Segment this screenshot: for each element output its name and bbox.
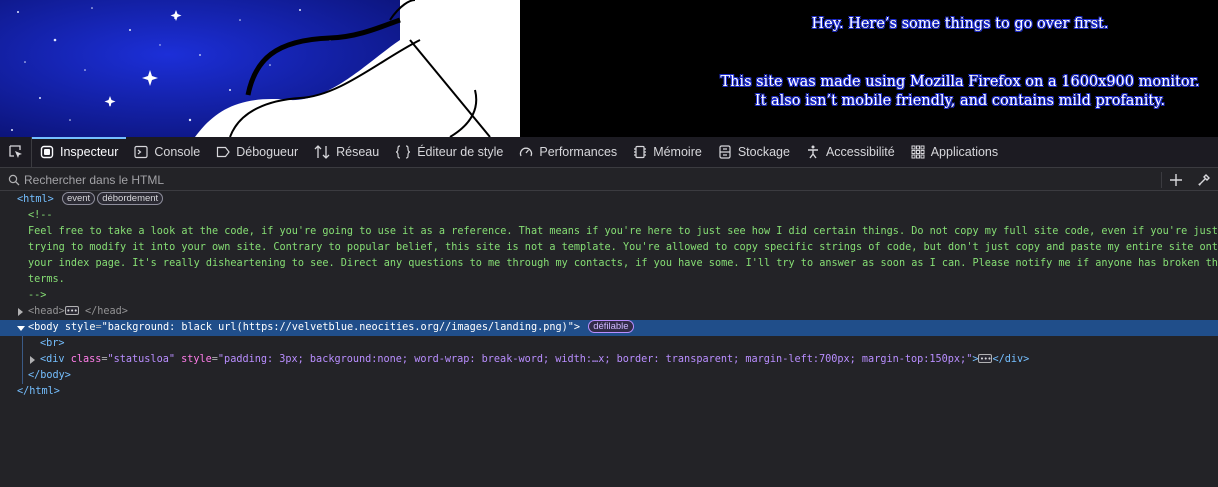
div-node[interactable]: <div class="statusloa" style="padding: 3… [0, 351, 1218, 368]
comment-line: Feel free to take a look at the code, if… [28, 226, 1218, 237]
page-viewport: Hey. Here’s some things to go over first… [0, 0, 1218, 137]
expand-twisty[interactable] [30, 356, 35, 364]
attribute-value[interactable]: "background: black url(https://velvetblu… [102, 322, 574, 333]
accessibility-icon [807, 145, 818, 159]
tab-memory[interactable]: Mémoire [625, 137, 710, 168]
div-close-tag: </div> [992, 354, 1030, 365]
notice-line-3: It also isn’t mobile friendly, and conta… [754, 93, 1166, 109]
search-html-input[interactable] [20, 172, 1161, 187]
style-editor-icon [396, 145, 411, 159]
body-tag: <body [28, 322, 59, 333]
notice-line-1: Hey. Here’s some things to go over first… [811, 16, 1109, 32]
devtools-toolbar: Inspecteur Console Débogueur Réseau Édit… [0, 136, 1218, 168]
eyedropper-button[interactable] [1190, 169, 1218, 191]
attribute-name[interactable]: style [181, 354, 212, 365]
tab-accessibility[interactable]: Accessibilité [798, 137, 903, 168]
attribute-name[interactable]: style [65, 322, 96, 333]
performance-icon [520, 147, 533, 157]
tab-label: Éditeur de style [417, 145, 504, 159]
storage-icon [719, 145, 731, 159]
expand-twisty[interactable] [18, 308, 23, 316]
tag-end: > [573, 322, 581, 333]
head-open-tag: <head> [28, 306, 65, 317]
html-search-bar [0, 169, 1218, 191]
tab-performance[interactable]: Performances [511, 137, 625, 168]
comment-line: your index page. It's really dishearteni… [28, 258, 1218, 269]
overflow-badge[interactable]: débordement [97, 192, 164, 205]
comment-line: trying to modify it into your own site. … [28, 242, 1218, 253]
eyedropper-icon [1198, 173, 1210, 186]
body-close-tag: </body> [28, 370, 71, 381]
tab-console[interactable]: Console [126, 137, 208, 168]
attribute-name[interactable]: class [71, 354, 102, 365]
scrollable-badge[interactable]: défilable [588, 320, 634, 333]
tab-applications[interactable]: Applications [903, 137, 1006, 168]
tab-label: Stockage [737, 145, 790, 159]
tab-label: Performances [539, 145, 618, 159]
tab-label: Débogueur [236, 145, 299, 159]
div-tag: <div [40, 354, 65, 365]
body-children: <br> <div class="statusloa" style="paddi… [0, 336, 1218, 384]
search-icon [8, 174, 20, 185]
body-close-node[interactable]: </body> [0, 368, 1218, 384]
tab-label: Réseau [336, 145, 380, 159]
network-icon [314, 145, 330, 159]
br-node[interactable]: <br> [0, 336, 1218, 352]
html-open-tag: <html> [17, 194, 54, 205]
plus-icon [1170, 173, 1182, 186]
debugger-icon [217, 146, 231, 158]
html-close-node[interactable]: </html> [0, 384, 1218, 400]
memory-icon [634, 145, 647, 159]
tab-inspector[interactable]: Inspecteur [32, 136, 127, 168]
comment-open: <!-- [28, 210, 53, 221]
tab-style-editor[interactable]: Éditeur de style [387, 137, 511, 168]
notice-line-2: This site was made using Mozilla Firefox… [720, 74, 1200, 90]
applications-icon [911, 145, 925, 159]
tab-label: Accessibilité [825, 145, 895, 159]
html-close-tag: </html> [17, 386, 60, 397]
element-picker-button[interactable] [0, 136, 32, 168]
tab-label: Applications [930, 145, 999, 159]
markup-tree: <html> event débordement <!-- Feel free t… [0, 192, 1218, 487]
br-tag: <br> [40, 338, 65, 349]
notice-text: This site was made using Mozilla Firefox… [700, 73, 1218, 111]
attribute-value[interactable]: "statusloa" [108, 354, 175, 365]
element-picker-icon [8, 145, 22, 158]
collapsed-children-button[interactable] [978, 351, 993, 367]
comment-close: --> [28, 290, 47, 301]
comment-line: terms. [28, 274, 65, 285]
tab-label: Mémoire [653, 145, 702, 159]
tab-label: Inspecteur [60, 145, 119, 159]
console-icon [134, 145, 148, 159]
attribute-value[interactable]: "padding: 3px; background:none; word-wra… [218, 354, 972, 365]
head-close-tag: </head> [84, 306, 128, 317]
head-node[interactable]: <head> </head> [0, 303, 1218, 320]
body-node-selected[interactable]: <body style="background: black url(https… [0, 320, 1218, 336]
collapse-twisty[interactable] [17, 326, 25, 331]
add-node-button[interactable] [1162, 169, 1190, 191]
tab-label: Console [154, 145, 201, 159]
tab-storage[interactable]: Stockage [710, 137, 798, 168]
tab-debugger[interactable]: Débogueur [208, 137, 306, 168]
inspector-icon [40, 145, 54, 159]
comment-node[interactable]: <!-- Feel free to take a look at the cod… [0, 208, 1218, 304]
event-badge[interactable]: event [61, 192, 96, 205]
collapsed-children-button[interactable] [64, 303, 79, 319]
html-node[interactable]: <html> event débordement [0, 192, 1218, 208]
tab-network[interactable]: Réseau [306, 137, 387, 168]
